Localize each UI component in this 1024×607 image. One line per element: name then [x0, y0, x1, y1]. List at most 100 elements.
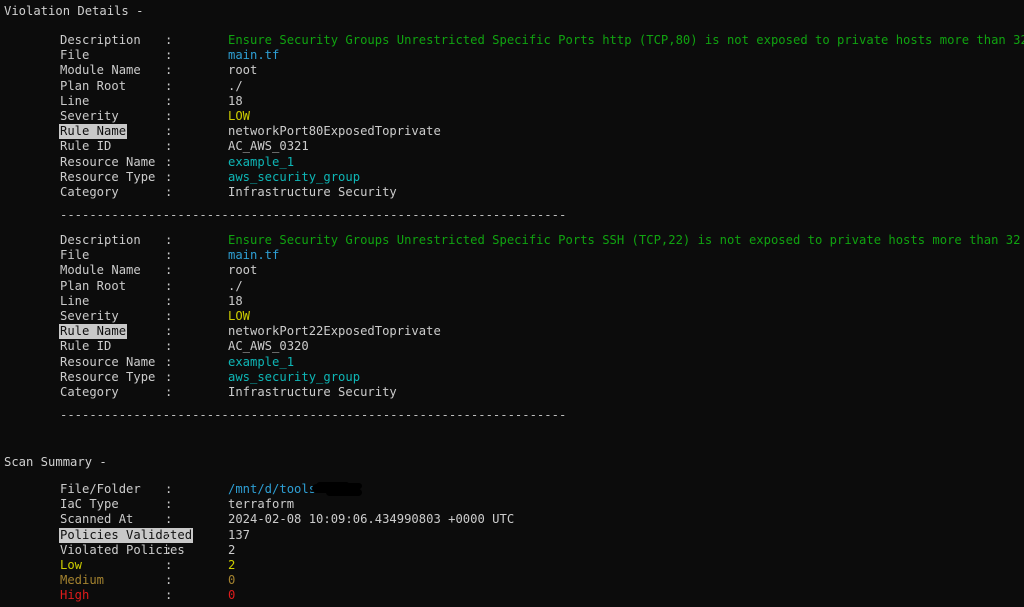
detail-label: Plan Root: [60, 278, 127, 293]
detail-row: Rule ID: AC_AWS_0321: [0, 139, 1024, 154]
detail-separator: :: [165, 573, 173, 588]
detail-row: High: 0: [0, 588, 1024, 603]
detail-row: File: main.tf: [0, 248, 1024, 263]
detail-row: Module Name: root: [0, 63, 1024, 78]
detail-separator: :: [165, 184, 173, 199]
detail-label: High: [60, 588, 90, 603]
detail-value: 2: [228, 542, 236, 557]
detail-value: example_1: [228, 154, 295, 169]
detail-label: Line: [60, 93, 90, 108]
detail-separator: :: [165, 369, 173, 384]
detail-label: Module Name: [60, 263, 141, 278]
detail-value: Ensure Security Groups Unrestricted Spec…: [228, 233, 1021, 247]
detail-separator: :: [165, 248, 173, 263]
detail-row: File/Folder: /mnt/d/tools: [0, 482, 1024, 497]
detail-row: Severity: LOW: [0, 309, 1024, 324]
detail-value: 0: [228, 588, 236, 603]
detail-row: Rule Name: networkPort80ExposedToprivate: [0, 124, 1024, 140]
detail-value: 137: [228, 527, 251, 542]
detail-label: Category: [60, 384, 119, 399]
detail-value: networkPort22ExposedToprivate: [228, 324, 441, 339]
detail-label: File: [60, 248, 90, 263]
detail-row: Low: 2: [0, 558, 1024, 573]
detail-value: AC_AWS_0320: [228, 339, 309, 354]
detail-label-highlighted[interactable]: Policies Validated: [59, 527, 194, 543]
detail-row: Rule ID: AC_AWS_0320: [0, 339, 1024, 354]
detail-separator: :: [165, 124, 173, 139]
detail-separator: :: [165, 512, 173, 527]
detail-row: Category: Infrastructure Security: [0, 385, 1024, 400]
detail-row: Severity: LOW: [0, 109, 1024, 124]
detail-separator: :: [165, 169, 173, 184]
section-divider: ----------------------------------------…: [60, 208, 567, 222]
detail-value: Infrastructure Security: [228, 384, 397, 399]
detail-value: AC_AWS_0321: [228, 139, 309, 154]
detail-row: Resource Type: aws_security_group: [0, 170, 1024, 185]
detail-label: Rule ID: [60, 339, 112, 354]
scan-summary-block: File/Folder: /mnt/d/tools IaC Type: terrafo…: [0, 482, 1024, 604]
detail-label: IaC Type: [60, 497, 119, 512]
detail-row: Rule Name: networkPort22ExposedToprivate: [0, 324, 1024, 340]
detail-row: Policies Validated: 137: [0, 527, 1024, 543]
detail-value: LOW: [228, 108, 251, 123]
detail-separator: :: [165, 139, 173, 154]
detail-separator: :: [165, 384, 173, 399]
detail-value: LOW: [228, 308, 251, 323]
detail-label: File/Folder: [60, 482, 141, 496]
detail-value: main.tf: [228, 248, 280, 263]
detail-separator: :: [165, 354, 173, 369]
detail-value: terraform: [228, 497, 295, 512]
detail-row: Resource Name: example_1: [0, 155, 1024, 170]
detail-row: IaC Type: terraform: [0, 497, 1024, 512]
detail-row: Description: Ensure Security Groups Unres…: [0, 33, 1024, 48]
detail-label: Severity: [60, 308, 119, 323]
detail-value: /mnt/d/tools: [228, 482, 317, 496]
detail-separator: :: [165, 48, 173, 63]
detail-separator: :: [165, 324, 173, 339]
detail-value: 2024-02-08 10:09:06.434990803 +0000 UTC: [228, 512, 515, 527]
detail-label: Medium: [60, 573, 105, 588]
detail-value: root: [228, 63, 258, 78]
detail-row: Scanned At: 2024-02-08 10:09:06.434990803…: [0, 512, 1024, 527]
detail-separator: :: [165, 93, 173, 108]
detail-row: Resource Type: aws_security_group: [0, 370, 1024, 385]
detail-label: Resource Type: [60, 369, 156, 384]
detail-separator: :: [165, 33, 173, 47]
detail-value: aws_security_group: [228, 169, 361, 184]
detail-separator: :: [165, 482, 173, 496]
detail-row: Resource Name: example_1: [0, 355, 1024, 370]
detail-label: Line: [60, 293, 90, 308]
detail-row: Plan Root: ./: [0, 279, 1024, 294]
detail-row: Module Name: root: [0, 263, 1024, 278]
detail-value: Ensure Security Groups Unrestricted Spec…: [228, 33, 1024, 47]
detail-value: example_1: [228, 354, 295, 369]
detail-row: Medium: 0: [0, 573, 1024, 588]
detail-separator: :: [165, 542, 173, 557]
detail-separator: :: [165, 63, 173, 78]
detail-separator: :: [165, 154, 173, 169]
detail-separator: :: [165, 233, 173, 247]
detail-row: Description: Ensure Security Groups Unres…: [0, 233, 1024, 248]
detail-label: Low: [60, 557, 83, 572]
detail-separator: :: [165, 293, 173, 308]
detail-label: Resource Name: [60, 354, 156, 369]
detail-separator: :: [165, 588, 173, 603]
detail-value: 18: [228, 293, 243, 308]
detail-label-highlighted[interactable]: Rule Name: [59, 124, 128, 140]
violation-block: Description: Ensure Security Groups Unres…: [0, 33, 1024, 200]
detail-value: 0: [228, 573, 236, 588]
detail-row: Line: 18: [0, 94, 1024, 109]
detail-separator: :: [165, 308, 173, 323]
scan-summary-header: Scan Summary -: [4, 455, 107, 469]
violation-details-header: Violation Details -: [4, 4, 144, 18]
detail-separator: :: [165, 497, 173, 512]
detail-separator: :: [165, 78, 173, 93]
detail-label: Resource Name: [60, 154, 156, 169]
terminal-output: Violation Details - Description: Ensure S…: [0, 0, 1024, 607]
detail-value: 2: [228, 557, 236, 572]
detail-separator: :: [165, 108, 173, 123]
detail-label-highlighted[interactable]: Rule Name: [59, 324, 128, 340]
detail-value: aws_security_group: [228, 369, 361, 384]
detail-separator: :: [165, 278, 173, 293]
detail-label: Rule ID: [60, 139, 112, 154]
